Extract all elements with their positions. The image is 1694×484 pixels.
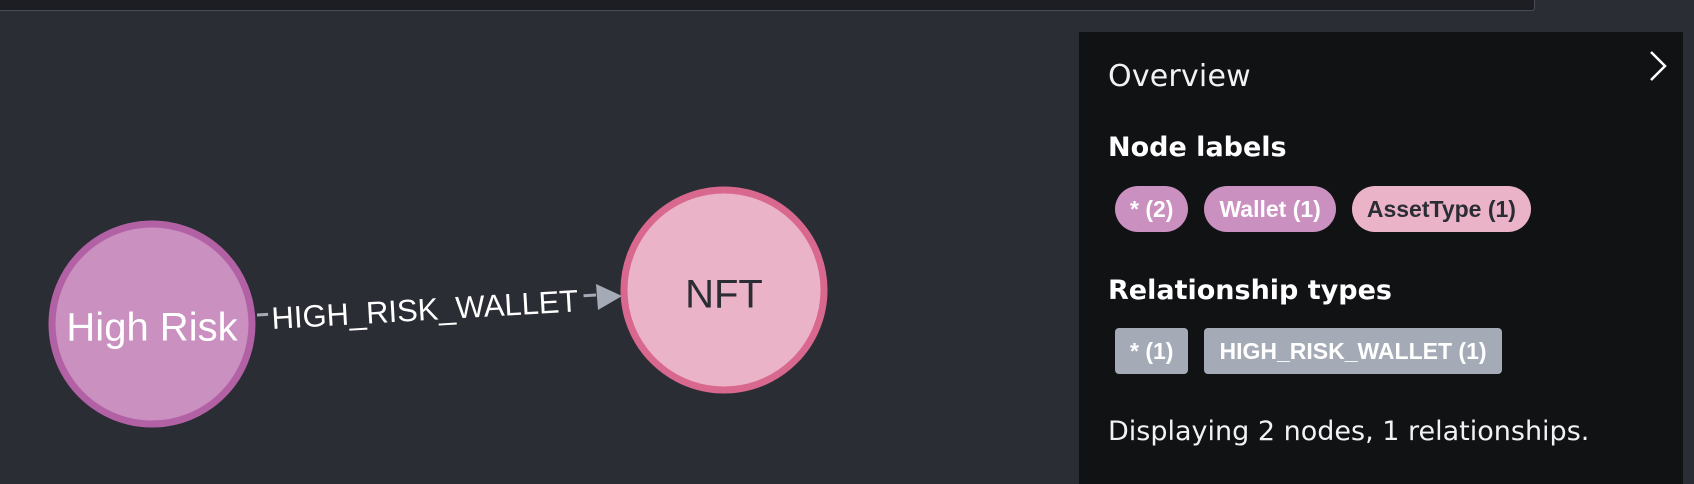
node-labels-heading: Node labels bbox=[1108, 132, 1287, 163]
panel-title: Overview bbox=[1108, 59, 1251, 94]
node-label-chip-assettype[interactable]: AssetType (1) bbox=[1351, 186, 1531, 232]
chevron-right-icon bbox=[1650, 51, 1667, 81]
relationship-type-chip-high-risk-wallet[interactable]: HIGH_RISK_WALLET (1) bbox=[1204, 328, 1502, 374]
overview-panel: Overview Node labels * (2) Wallet (1) As… bbox=[1079, 32, 1683, 484]
node-high-risk[interactable]: High Risk bbox=[48, 220, 256, 428]
node-label-chip-all[interactable]: * (2) bbox=[1115, 186, 1189, 232]
relationship-type-chip-all[interactable]: * (1) bbox=[1115, 328, 1189, 374]
node-label-chip-wallet[interactable]: Wallet (1) bbox=[1204, 186, 1336, 232]
node-nft[interactable]: NFT bbox=[620, 186, 828, 394]
relationship-high-risk-wallet[interactable]: HIGH_RISK_WALLET bbox=[256, 272, 622, 342]
node-caption: NFT bbox=[685, 273, 763, 317]
graph-view: HIGH_RISK_WALLET High Risk NFT Overview … bbox=[0, 0, 1694, 484]
graph-svg: HIGH_RISK_WALLET High Risk NFT bbox=[48, 186, 828, 428]
collapse-panel-button[interactable] bbox=[1641, 48, 1673, 84]
graph-canvas[interactable]: HIGH_RISK_WALLET High Risk NFT bbox=[0, 12, 1078, 484]
relationship-arrowhead bbox=[596, 284, 622, 310]
node-caption: High Risk bbox=[66, 306, 238, 350]
graph-status-text: Displaying 2 nodes, 1 relationships. bbox=[1108, 416, 1590, 447]
node-label-chips: * (2) Wallet (1) AssetType (1) bbox=[1115, 186, 1531, 232]
relationship-type-chips: * (1) HIGH_RISK_WALLET (1) bbox=[1115, 328, 1502, 374]
relationship-types-heading: Relationship types bbox=[1108, 275, 1393, 306]
